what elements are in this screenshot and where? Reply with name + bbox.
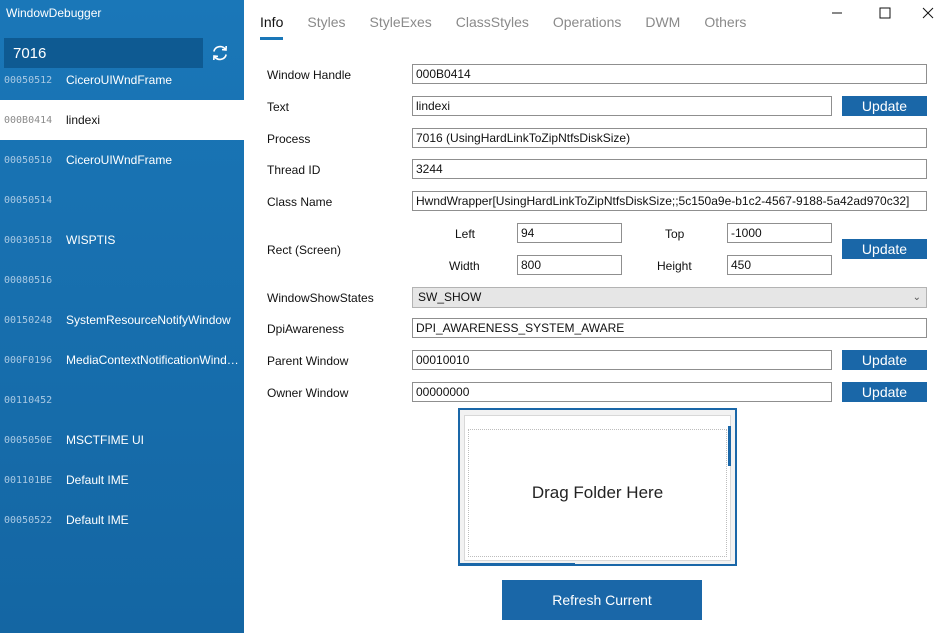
window-preview: Drag Folder Here <box>458 408 737 566</box>
list-item[interactable]: 00150248 SystemResourceNotifyWindow <box>0 300 244 340</box>
class-name-field[interactable] <box>412 191 927 211</box>
maximize-icon[interactable] <box>870 4 900 22</box>
thread-id-label: Thread ID <box>267 163 321 177</box>
rect-update-button[interactable]: Update <box>842 239 927 259</box>
rect-left-label: Left <box>455 227 476 241</box>
text-update-button[interactable]: Update <box>842 96 927 116</box>
rect-left-field[interactable] <box>517 223 622 243</box>
window-handle-text: 00050512 <box>4 74 53 86</box>
rect-width-label: Width <box>449 259 480 273</box>
window-handle-field[interactable] <box>412 64 927 84</box>
rect-height-label: Height <box>657 259 692 273</box>
window-handle-text: 00110452 <box>4 394 53 406</box>
window-handle-text: 00050522 <box>4 514 53 526</box>
window-handle-text: 0005050E <box>4 434 53 446</box>
rect-top-label: Top <box>665 227 685 241</box>
window-name-text: CiceroUIWndFrame <box>66 153 173 167</box>
list-item[interactable]: 00050522 Default IME <box>0 500 244 540</box>
tab-info[interactable]: Info <box>260 14 284 40</box>
list-item[interactable]: 00050514 <box>0 180 244 220</box>
chevron-down-icon: ⌄ <box>912 292 921 303</box>
window-name-text: MSCTFIME UI <box>66 433 144 447</box>
minimize-icon[interactable] <box>822 4 852 22</box>
tab-classstyles[interactable]: ClassStyles <box>456 14 529 40</box>
show-state-select[interactable]: SW_SHOW ⌄ <box>412 287 927 308</box>
window-name-text: lindexi <box>66 113 101 127</box>
window-handle-label: Window Handle <box>267 68 352 82</box>
preview-scrollbar <box>728 426 731 466</box>
tab-dwm[interactable]: DWM <box>645 14 680 40</box>
parent-window-label: Parent Window <box>267 354 349 368</box>
owner-update-button[interactable]: Update <box>842 382 927 402</box>
parent-update-button[interactable]: Update <box>842 350 927 370</box>
process-field[interactable] <box>412 128 927 148</box>
tab-operations[interactable]: Operations <box>553 14 621 40</box>
dpi-awareness-field[interactable] <box>412 318 927 338</box>
window-name-text: CiceroUIWndFrame <box>66 73 173 87</box>
window-handle-text: 000B0414 <box>4 114 53 126</box>
text-field[interactable] <box>412 96 832 116</box>
class-name-label: Class Name <box>267 195 333 209</box>
window-handle-text: 00050514 <box>4 194 53 206</box>
list-item[interactable]: 00050512 CiceroUIWndFrame <box>0 60 244 100</box>
window-handle-text: 00080516 <box>4 274 53 286</box>
window-handle-text: 00150248 <box>4 314 53 326</box>
preview-window-thumbnail: Drag Folder Here <box>464 415 731 561</box>
preview-bottom-bar <box>460 563 575 566</box>
owner-window-field[interactable] <box>412 382 832 402</box>
rect-top-field[interactable] <box>727 223 832 243</box>
owner-window-label: Owner Window <box>267 386 349 400</box>
list-item[interactable]: 0005050E MSCTFIME UI <box>0 420 244 460</box>
dpi-awareness-label: DpiAwareness <box>267 322 345 336</box>
window-name-text: WISPTIS <box>66 233 116 247</box>
list-item[interactable]: 000F0196 MediaContextNotificationWindow <box>0 340 244 380</box>
list-item[interactable]: 00030518 WISPTIS <box>0 220 244 260</box>
window-name-text: Default IME <box>66 513 129 527</box>
show-state-value: SW_SHOW <box>418 290 482 304</box>
window-handle-text: 00030518 <box>4 234 53 246</box>
tab-styles[interactable]: Styles <box>307 14 345 40</box>
close-icon[interactable] <box>913 4 943 22</box>
list-item[interactable]: 00110452 <box>0 380 244 420</box>
rect-label: Rect (Screen) <box>267 243 342 257</box>
rect-height-field[interactable] <box>727 255 832 275</box>
drop-zone[interactable]: Drag Folder Here <box>468 429 727 557</box>
tab-others[interactable]: Others <box>704 14 746 40</box>
window-list-sidebar: WindowDebugger 00050512 CiceroUIWndFrame … <box>0 0 244 633</box>
app-title: WindowDebugger <box>6 6 102 20</box>
thread-id-field[interactable] <box>412 159 927 179</box>
preview-titlebar <box>465 416 730 426</box>
rect-width-field[interactable] <box>517 255 622 275</box>
parent-window-field[interactable] <box>412 350 832 370</box>
text-label: Text <box>267 100 290 114</box>
list-item-selected[interactable]: 000B0414 lindexi <box>0 100 244 140</box>
window-handle-text: 001101BE <box>4 474 53 486</box>
window-name-text: Default IME <box>66 473 129 487</box>
window-handle-text: 00050510 <box>4 154 53 166</box>
drop-zone-text: Drag Folder Here <box>531 483 664 502</box>
tab-styleexes[interactable]: StyleExes <box>369 14 431 40</box>
tab-bar: Info Styles StyleExes ClassStyles Operat… <box>260 14 770 40</box>
window-name-text: MediaContextNotificationWindow <box>66 353 242 367</box>
window-list: 00050512 CiceroUIWndFrame 000B0414 lindexi… <box>0 60 244 540</box>
list-item[interactable]: 00050510 CiceroUIWndFrame <box>0 140 244 180</box>
process-label: Process <box>267 132 311 146</box>
list-item[interactable]: 00080516 <box>0 260 244 300</box>
refresh-current-button[interactable]: Refresh Current <box>502 580 702 620</box>
show-states-label: WindowShowStates <box>267 291 374 305</box>
list-item[interactable]: 001101BE Default IME <box>0 460 244 500</box>
window-handle-text: 000F0196 <box>4 354 53 366</box>
window-name-text: SystemResourceNotifyWindow <box>66 313 231 327</box>
